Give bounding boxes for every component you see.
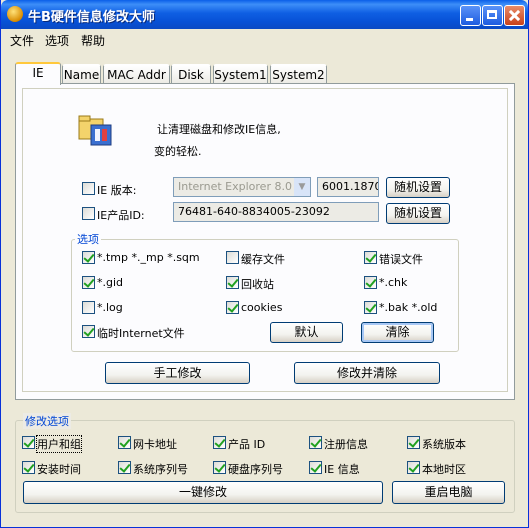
modify-ie-info-label: IE 信息 <box>324 463 360 476</box>
menu-options[interactable]: 选项 <box>45 32 69 49</box>
random-product-button[interactable]: 随机设置 <box>386 203 450 224</box>
close-button[interactable] <box>504 5 525 26</box>
ie-config-icon <box>78 115 112 146</box>
option-error-label: 错误文件 <box>379 253 423 266</box>
ie-version-build-field[interactable]: 6001.18702 <box>317 177 379 197</box>
modify-system-serial-label: 系统序列号 <box>133 463 188 476</box>
menu-file[interactable]: 文件 <box>10 32 34 49</box>
modify-disk-serial-label: 硬盘序列号 <box>228 463 283 476</box>
modify-users-label: 用户和组 <box>36 435 82 453</box>
option-log-label: *.log <box>97 301 123 314</box>
option-recycle-label: 回收站 <box>241 278 274 291</box>
option-gid-label: *.gid <box>97 276 124 289</box>
modify-and-clear-button[interactable]: 修改并清除 <box>294 362 440 384</box>
tab-disk[interactable]: Disk <box>171 64 211 83</box>
minimize-icon <box>461 6 480 25</box>
chevron-down-icon[interactable]: ▼ <box>294 178 310 196</box>
description-line-2: 变的轻松. <box>154 145 202 158</box>
tab-system2[interactable]: System2 <box>270 64 327 83</box>
modify-os-version-label: 系统版本 <box>422 438 466 451</box>
ie-product-id-field[interactable]: 76481-640-8834005-23092 <box>173 202 379 222</box>
app-icon <box>7 6 23 22</box>
modify-timezone-checkbox[interactable] <box>407 461 420 474</box>
option-tmp-label: *.tmp *._mp *.sqm <box>97 251 200 264</box>
ie-product-label: IE产品ID: <box>97 209 145 222</box>
options-group-title: 选项 <box>75 231 101 247</box>
option-cache-checkbox[interactable] <box>226 251 239 264</box>
option-tmp-checkbox[interactable] <box>82 251 95 264</box>
modify-registration-checkbox[interactable] <box>309 436 322 449</box>
tab-name[interactable]: Name <box>62 64 101 83</box>
modify-registration-label: 注册信息 <box>324 438 368 451</box>
modify-users-checkbox[interactable] <box>22 436 35 449</box>
maximize-button[interactable] <box>482 5 503 26</box>
option-log-checkbox[interactable] <box>82 301 95 314</box>
ie-version-checkbox[interactable] <box>82 182 95 195</box>
option-cookies-checkbox[interactable] <box>226 301 239 314</box>
title-bar[interactable]: 牛B硬件信息修改大师 <box>1 0 528 29</box>
modify-product-id-checkbox[interactable] <box>213 436 226 449</box>
ie-tab-content: 让清理磁盘和修改IE信息, 变的轻松. IE 版本: Internet Expl… <box>22 88 508 392</box>
modify-timezone-label: 本地时区 <box>422 463 466 476</box>
ie-tab-panel: 让清理磁盘和修改IE信息, 变的轻松. IE 版本: Internet Expl… <box>15 83 515 400</box>
option-bak-label: *.bak *.old <box>379 301 438 314</box>
ie-version-select[interactable]: Internet Explorer 8.0 ▼ <box>173 177 311 197</box>
option-cache-label: 缓存文件 <box>241 253 285 266</box>
modify-product-id-label: 产品 ID <box>228 438 266 451</box>
option-cookies-label: cookies <box>241 301 283 314</box>
main-window: 牛B硬件信息修改大师 文件 选项 帮助 IE Name MAC Addr Dis… <box>0 0 529 528</box>
tab-mac-addr[interactable]: MAC Addr <box>103 64 170 83</box>
menu-bar: 文件 选项 帮助 <box>1 29 528 49</box>
one-click-modify-button[interactable]: 一键修改 <box>23 481 383 504</box>
manual-modify-button[interactable]: 手工修改 <box>105 362 250 384</box>
modify-ie-info-checkbox[interactable] <box>309 461 322 474</box>
option-temp-internet-label: 临时Internet文件 <box>97 327 185 340</box>
option-gid-checkbox[interactable] <box>82 276 95 289</box>
option-error-checkbox[interactable] <box>364 251 377 264</box>
window-title: 牛B硬件信息修改大师 <box>28 10 155 25</box>
modify-install-time-checkbox[interactable] <box>22 461 35 474</box>
clear-button[interactable]: 清除 <box>361 322 434 343</box>
option-chk-label: *.chk <box>379 276 408 289</box>
ie-version-value: Internet Explorer 8.0 <box>178 180 292 193</box>
modify-options-title: 修改选项 <box>23 413 71 429</box>
default-button[interactable]: 默认 <box>270 322 343 343</box>
modify-mac-checkbox[interactable] <box>118 436 131 449</box>
option-bak-checkbox[interactable] <box>364 301 377 314</box>
random-version-button[interactable]: 随机设置 <box>386 177 450 198</box>
modify-mac-label: 网卡地址 <box>133 438 177 451</box>
modify-install-time-label: 安装时间 <box>37 463 81 476</box>
tab-system1[interactable]: System1 <box>213 64 268 83</box>
modify-system-serial-checkbox[interactable] <box>118 461 131 474</box>
tab-ie[interactable]: IE <box>15 62 61 85</box>
reboot-button[interactable]: 重启电脑 <box>392 481 505 504</box>
option-chk-checkbox[interactable] <box>364 276 377 289</box>
close-icon <box>505 6 524 25</box>
ie-version-label: IE 版本: <box>97 184 137 197</box>
option-temp-internet-checkbox[interactable] <box>82 325 95 338</box>
option-recycle-checkbox[interactable] <box>226 276 239 289</box>
maximize-icon <box>483 6 502 25</box>
minimize-button[interactable] <box>460 5 481 26</box>
ie-product-checkbox[interactable] <box>82 207 95 220</box>
menu-help[interactable]: 帮助 <box>81 32 105 49</box>
modify-disk-serial-checkbox[interactable] <box>213 461 226 474</box>
description-line-1: 让清理磁盘和修改IE信息, <box>157 123 281 136</box>
modify-os-version-checkbox[interactable] <box>407 436 420 449</box>
